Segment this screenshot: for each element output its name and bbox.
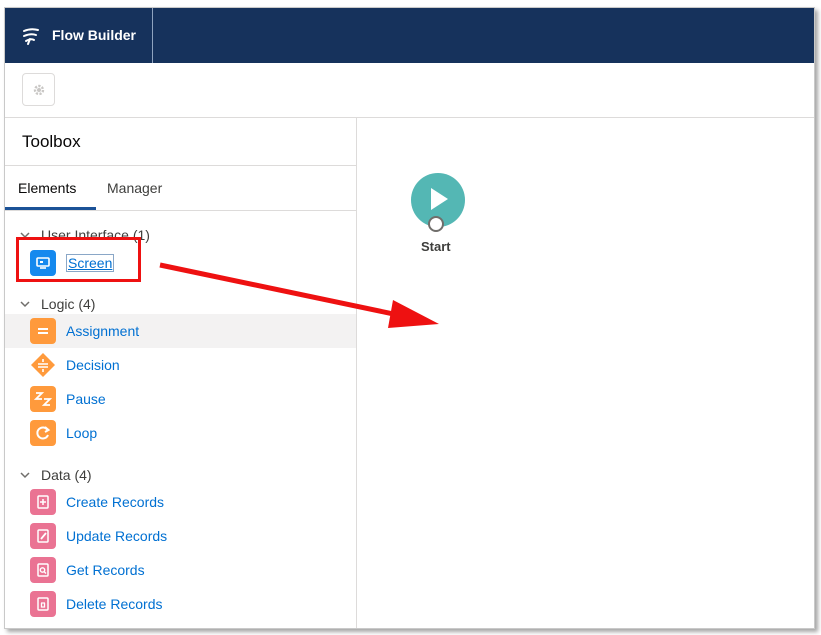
annotation-arrow <box>159 262 439 328</box>
flow-builder-window: Flow Builder Toolbox Elements Manager Us… <box>4 7 815 629</box>
